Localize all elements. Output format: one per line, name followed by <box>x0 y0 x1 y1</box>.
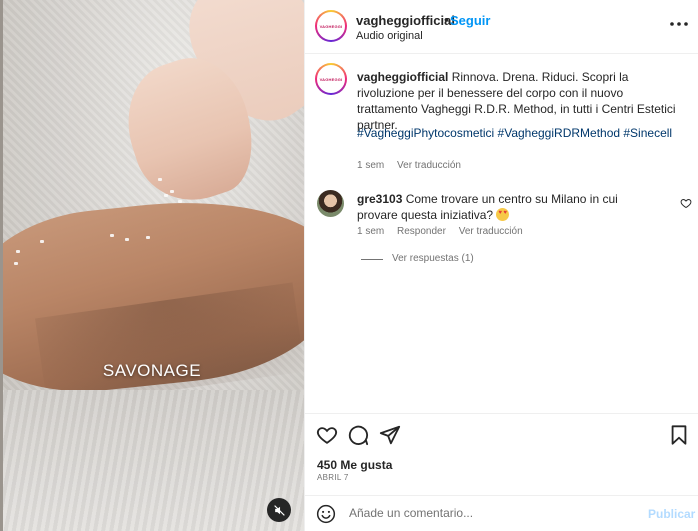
comment-reply-link[interactable]: Responder <box>397 226 446 237</box>
header-separator: • <box>444 12 449 27</box>
follow-button[interactable]: Seguir <box>450 13 490 28</box>
publish-button[interactable]: Publicar <box>648 507 695 521</box>
brand-logo: VAGHEGGI <box>317 65 345 93</box>
comment-body: gre3103 Come trovare un centro su Milano… <box>357 191 657 223</box>
salt-grain <box>146 236 150 239</box>
replies-divider <box>361 259 383 260</box>
post-side-panel: VAGHEGGI vagheggiofficial • Seguir Audio… <box>304 0 698 531</box>
add-comment-bar: Publicar <box>305 495 698 531</box>
salt-grain <box>170 190 174 193</box>
media-edge <box>0 0 3 531</box>
audio-label[interactable]: Audio original <box>356 30 423 42</box>
emoji-smiley-icon[interactable] <box>316 504 336 524</box>
author-avatar[interactable]: VAGHEGGI <box>315 10 347 42</box>
caption-meta: 1 sem Ver traducción <box>357 160 471 171</box>
more-options-button[interactable] <box>667 14 691 34</box>
mute-button[interactable] <box>267 498 291 522</box>
instagram-post-view: SAVONAGE VAGHEGGI vagheggiofficial • Seg… <box>0 0 698 531</box>
salt-grain <box>158 178 162 181</box>
view-replies-link[interactable]: Ver respuestas (1) <box>392 253 474 264</box>
more-horizontal-icon <box>670 22 688 26</box>
caption-username[interactable]: vagheggiofficial <box>357 70 448 84</box>
salt-grain <box>14 262 18 265</box>
brand-logo: VAGHEGGI <box>317 12 345 40</box>
post-caption: vagheggiofficial Rinnova. Drena. Riduci.… <box>357 69 679 133</box>
commenter-avatar[interactable] <box>317 190 344 217</box>
like-heart-icon[interactable] <box>316 424 338 446</box>
salt-grain <box>125 238 129 241</box>
salt-grain <box>110 234 114 237</box>
comment-input[interactable] <box>349 506 629 520</box>
caption-hashtags[interactable]: #VagheggiPhytocosmetici #VagheggiRDRMeth… <box>357 126 679 141</box>
caption-author-avatar[interactable]: VAGHEGGI <box>315 63 347 95</box>
post-actions <box>305 413 698 455</box>
comment-bubble-icon[interactable] <box>347 424 369 446</box>
save-bookmark-icon[interactable] <box>668 424 690 446</box>
video-overlay-text: SAVONAGE <box>102 361 202 380</box>
comment-translate-link[interactable]: Ver traducción <box>459 226 523 237</box>
heart-eyes-emoji-icon <box>496 208 510 221</box>
salt-grain <box>164 194 168 197</box>
post-header: VAGHEGGI vagheggiofficial • Seguir Audio… <box>305 0 698 54</box>
author-username[interactable]: vagheggiofficial <box>356 13 455 28</box>
comment-username[interactable]: gre3103 <box>357 192 402 206</box>
muted-speaker-icon <box>273 504 285 516</box>
post-date: ABRIL 7 <box>317 473 349 482</box>
caption-translate-link[interactable]: Ver traducción <box>397 160 461 171</box>
caption-time: 1 sem <box>357 160 385 171</box>
video-towel <box>0 390 304 531</box>
salt-grain <box>178 200 182 203</box>
comment-like-heart-icon[interactable] <box>680 197 692 209</box>
post-video[interactable]: SAVONAGE <box>0 0 304 531</box>
share-send-icon[interactable] <box>379 424 401 446</box>
salt-grain <box>40 240 44 243</box>
like-count[interactable]: 450 Me gusta <box>317 458 392 472</box>
salt-grain <box>16 250 20 253</box>
comment-time: 1 sem <box>357 226 385 237</box>
comment-meta: 1 sem Responder Ver traducción <box>357 226 533 237</box>
